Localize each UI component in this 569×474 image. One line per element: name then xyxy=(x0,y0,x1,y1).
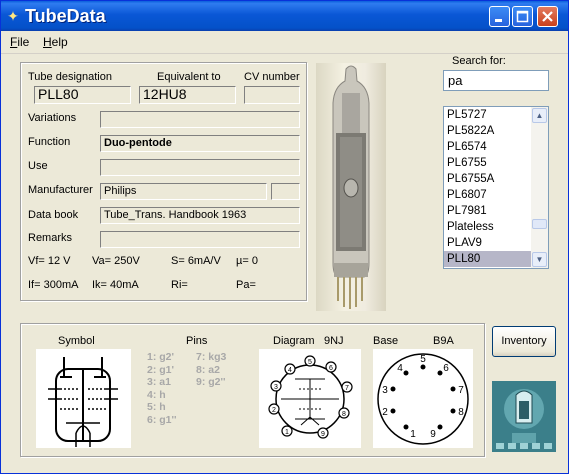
remarks-label: Remarks xyxy=(28,232,73,244)
diagram-pin-num: 2 xyxy=(272,407,276,414)
chevron-down-icon: ▼ xyxy=(535,255,544,264)
tube-illustration xyxy=(332,65,370,309)
window-title: TubeData xyxy=(25,6,106,26)
base-pin-num: 5 xyxy=(420,354,426,365)
pin-7: 7: kg3 xyxy=(196,351,227,363)
maximize-icon xyxy=(516,10,529,23)
tube-designation-field[interactable]: PLL80 xyxy=(34,86,131,104)
base-code: B9A xyxy=(433,335,454,347)
diagram-pin-num: 7 xyxy=(345,385,349,392)
connection-diagram-image: 4 3 2 1 9 8 7 6 5 xyxy=(259,349,361,448)
menu-file-label: ile xyxy=(17,35,30,49)
close-button[interactable] xyxy=(537,6,558,27)
manufacturer-code-field[interactable] xyxy=(271,183,300,200)
scroll-down-button[interactable]: ▼ xyxy=(532,252,547,267)
lightbulb-icon: ✦ xyxy=(7,8,19,24)
param-ri: Ri= xyxy=(171,279,188,291)
pin-5: 5: h xyxy=(147,401,166,413)
title-bar[interactable]: ✦ TubeData xyxy=(1,1,568,31)
base-pin-num: 6 xyxy=(443,363,449,374)
maximize-button[interactable] xyxy=(512,6,533,27)
pin-2: 2: g1' xyxy=(147,363,175,376)
base-pin-num: 2 xyxy=(382,407,388,418)
base-pin-num: 9 xyxy=(430,429,436,440)
tube-symbol-image xyxy=(36,349,131,448)
pin-1: 1: g2' xyxy=(147,351,175,363)
base-pin-num: 1 xyxy=(410,429,416,440)
menu-bar: File Help xyxy=(1,31,568,54)
pin-8: 8: a2 xyxy=(196,363,220,376)
variations-field[interactable] xyxy=(100,111,300,128)
pins-label: Pins xyxy=(186,335,208,347)
base-pin-num: 8 xyxy=(458,407,464,418)
pin-9: 9: g2'' xyxy=(196,376,226,388)
param-va: Va= 250V xyxy=(92,255,140,267)
diagram-pin-num: 9 xyxy=(321,431,325,438)
menu-file[interactable]: File xyxy=(10,35,29,49)
pin-4: 4: h xyxy=(147,388,166,401)
minimize-button[interactable] xyxy=(489,6,510,27)
variations-label: Variations xyxy=(28,112,77,124)
tube-designation-label: Tube designation xyxy=(28,71,112,83)
chevron-up-icon: ▲ xyxy=(535,111,544,120)
scroll-up-button[interactable]: ▲ xyxy=(532,108,547,123)
scroll-thumb[interactable] xyxy=(532,219,547,229)
listbox-scrollbar[interactable]: ▲ ▼ xyxy=(531,107,548,268)
pins-col-2: 7: kg3 8: a2 9: g2'' xyxy=(196,351,226,389)
search-label: Search for: xyxy=(452,55,506,67)
use-field[interactable] xyxy=(100,159,300,176)
menu-help[interactable]: Help xyxy=(43,35,68,49)
base-icon: 1 2 3 4 5 6 7 8 9 xyxy=(377,353,469,445)
menu-help-accel: H xyxy=(43,35,52,49)
param-s: S= 6mA/V xyxy=(171,255,221,267)
base-image: 1 2 3 4 5 6 7 8 9 xyxy=(373,349,473,448)
pin-6: 6: g1'' xyxy=(147,413,177,426)
search-input[interactable]: pa xyxy=(443,70,549,91)
diagram-pin-num: 3 xyxy=(274,384,278,391)
cv-number-label: CV number xyxy=(244,71,300,83)
cv-number-field[interactable] xyxy=(244,86,300,104)
close-icon xyxy=(542,11,553,22)
diagram-pin-num: 5 xyxy=(308,359,312,366)
tube-symbol-icon xyxy=(48,357,118,447)
minimize-icon xyxy=(495,19,502,22)
param-vf: Vf= 12 V xyxy=(28,255,71,267)
app-logo-image xyxy=(492,381,556,452)
diagram-pin-num: 8 xyxy=(342,411,346,418)
menu-help-label: elp xyxy=(51,35,68,49)
pin-3: 3: a1 xyxy=(147,376,171,388)
remarks-field[interactable] xyxy=(100,231,300,248)
use-label: Use xyxy=(28,160,48,172)
tube-photo xyxy=(316,63,386,311)
base-pin-num: 7 xyxy=(458,385,464,396)
param-ik: Ik= 40mA xyxy=(92,279,139,291)
param-pa: Pa= xyxy=(236,279,256,291)
param-if: If= 300mA xyxy=(28,279,79,291)
diagram-label: Diagram xyxy=(273,335,315,347)
data-book-field[interactable]: Tube_Trans. Handbook 1963 xyxy=(100,207,300,224)
base-pin-num: 4 xyxy=(397,363,403,374)
pins-col-1: 1: g2' 2: g1' 3: a1 4: h 5: h 6: g1'' xyxy=(147,351,177,426)
tubedata-window: ✦ TubeData File Help Tube designation Eq… xyxy=(0,0,569,474)
results-listbox[interactable]: PL5727 PL5822A PL6574 PL6755 PL6755A PL6… xyxy=(443,106,549,269)
function-label: Function xyxy=(28,136,71,148)
connection-diagram-icon: 4 3 2 1 9 8 7 6 5 xyxy=(268,355,353,439)
diagram-pin-num: 4 xyxy=(288,367,292,374)
manufacturer-field[interactable]: Philips xyxy=(100,183,267,200)
diagram-code: 9NJ xyxy=(324,335,344,347)
tube-logo-icon xyxy=(492,381,556,452)
inventory-button[interactable]: Inventory xyxy=(492,326,556,357)
param-mu: µ= 0 xyxy=(236,255,258,267)
equivalent-field[interactable]: 12HU8 xyxy=(139,86,236,104)
equivalent-label: Equivalent to xyxy=(157,71,221,83)
base-label: Base xyxy=(373,335,399,347)
symbol-label: Symbol xyxy=(58,335,95,347)
manufacturer-label: Manufacturer xyxy=(28,184,93,196)
base-pin-num: 3 xyxy=(382,385,388,396)
function-field[interactable]: Duo-pentode xyxy=(100,135,300,152)
data-book-label: Data book xyxy=(28,209,79,221)
diagram-pin-num: 6 xyxy=(329,365,333,372)
diagram-pin-num: 1 xyxy=(285,429,289,436)
